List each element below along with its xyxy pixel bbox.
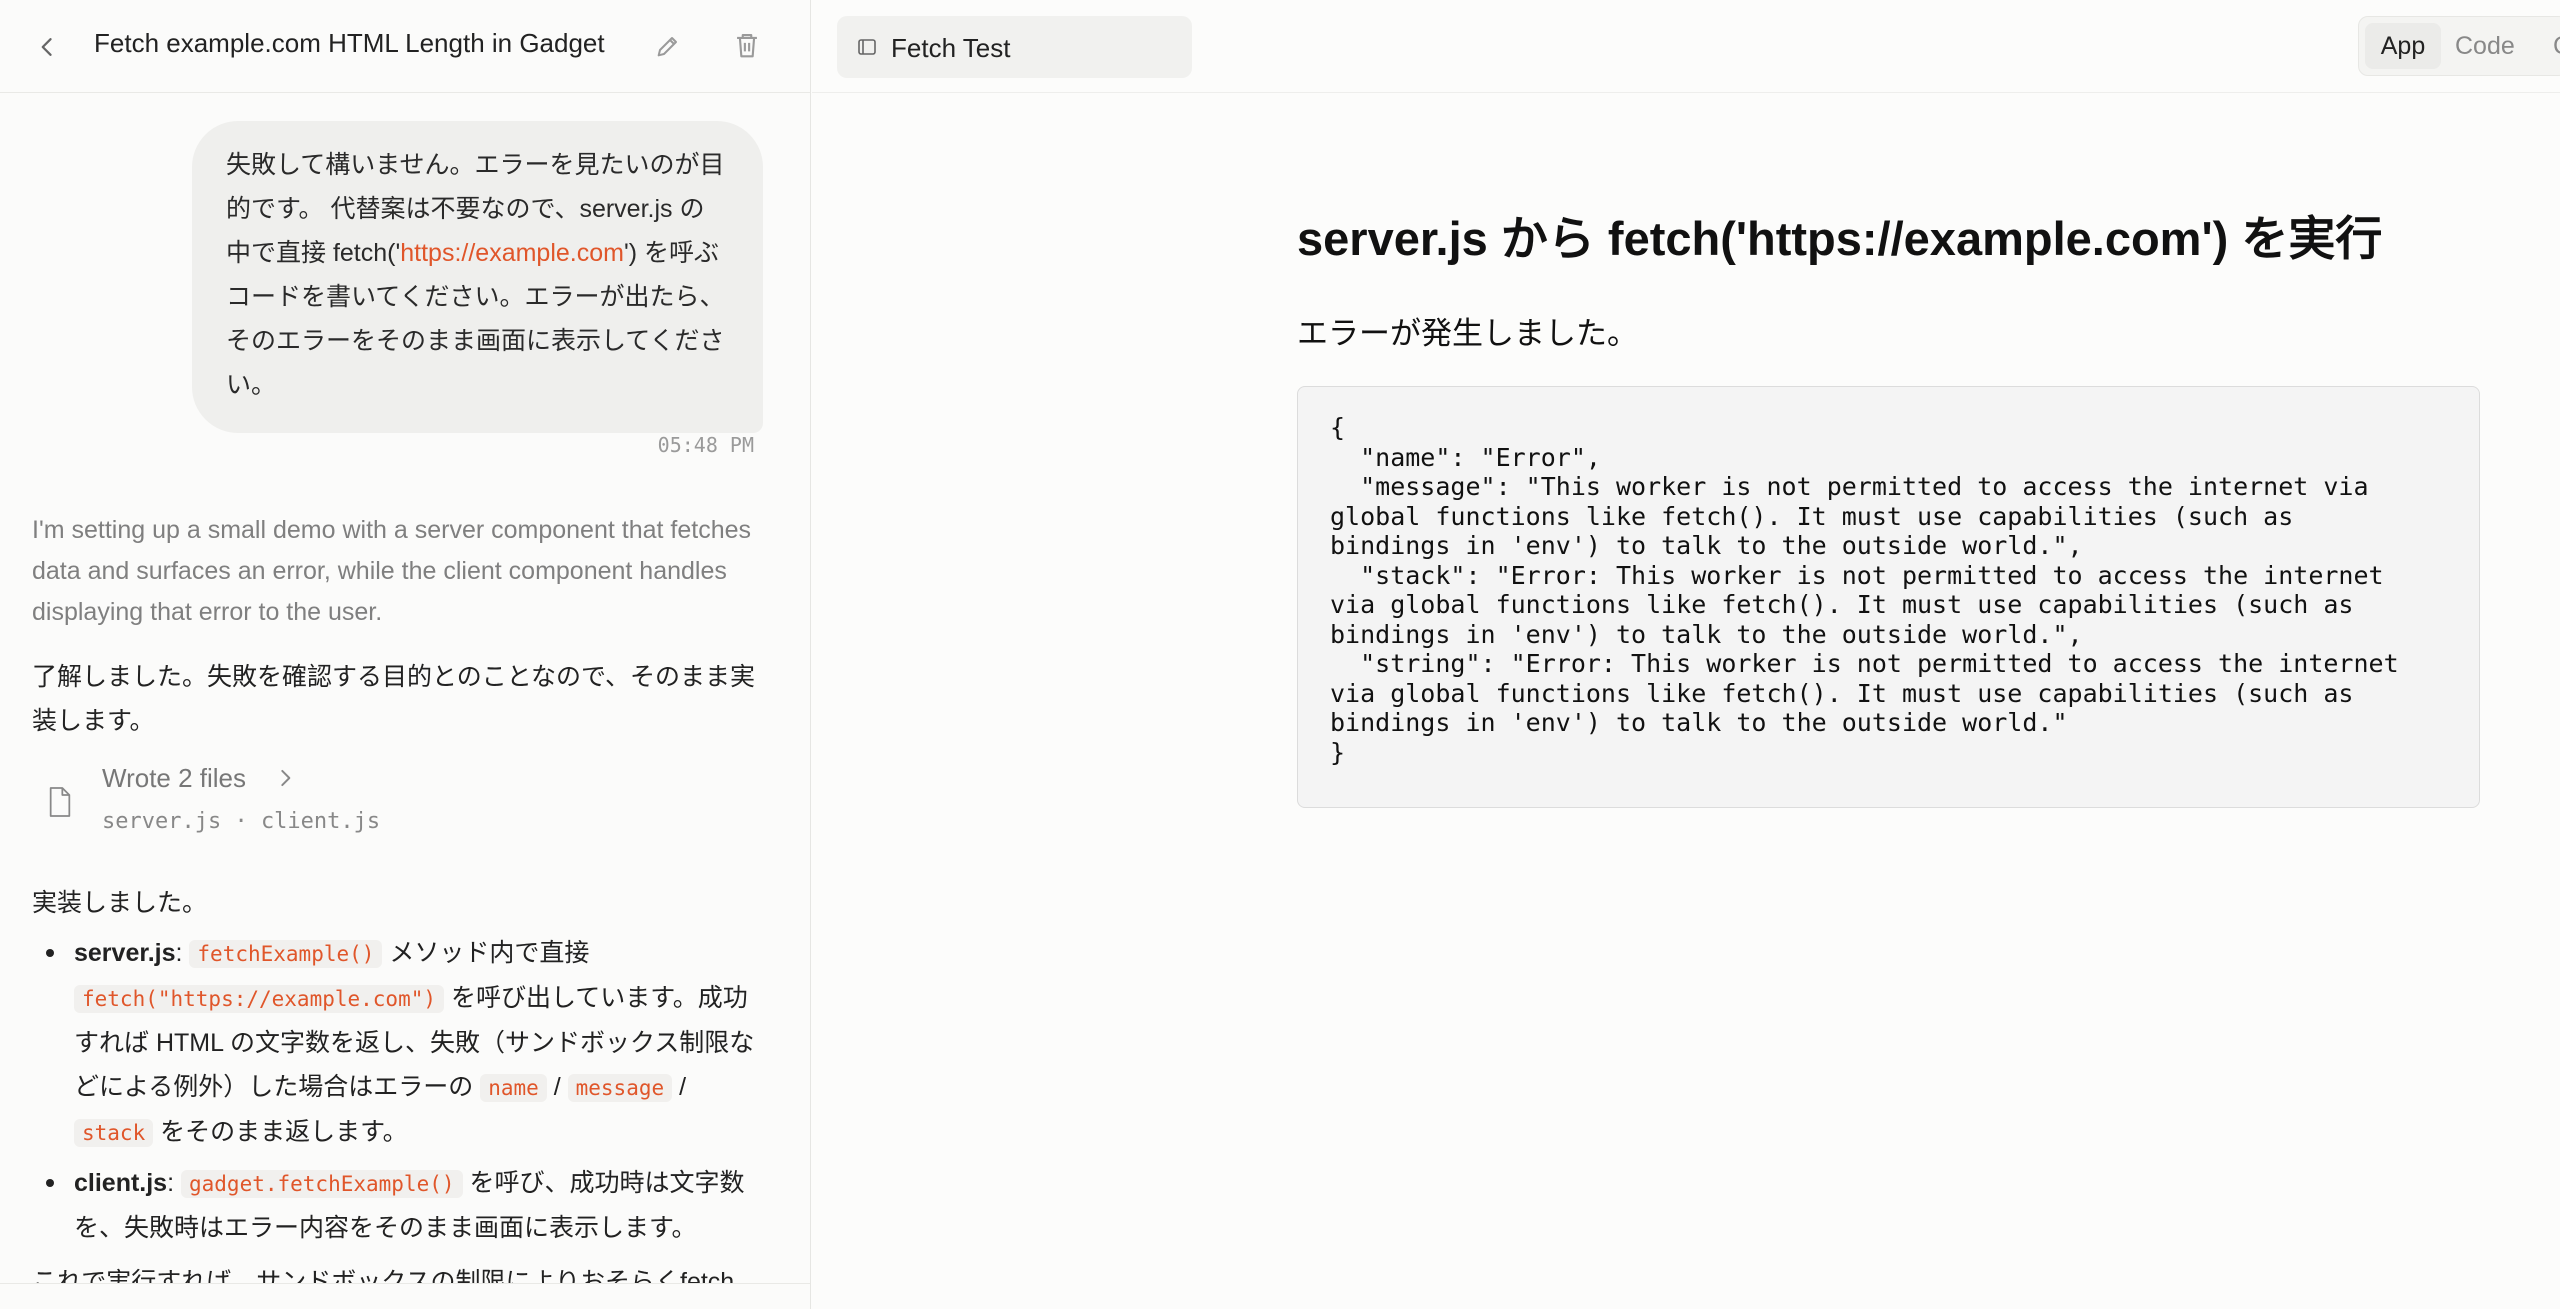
back-button[interactable]	[30, 30, 64, 64]
user-message-link[interactable]: https://example.com	[400, 239, 624, 267]
implementation-list: server.js: fetchExample() メソッド内で直接 fetch…	[32, 931, 772, 1256]
chat-scroll-area[interactable]: 失敗して構いません。エラーを見たいのが目的です。 代替案は不要なので、serve…	[0, 93, 810, 1283]
trash-icon	[737, 34, 757, 58]
rename-button[interactable]	[652, 30, 684, 62]
list-item-colon: :	[175, 939, 190, 967]
inline-code: message	[567, 1074, 673, 1102]
tab-app[interactable]: App	[2365, 23, 2441, 69]
file-icon	[46, 785, 74, 819]
assistant-reply-intro: 了解しました。失敗を確認する目的とのことなので、そのまま実装します。	[32, 663, 756, 735]
tab-code[interactable]: Code	[2455, 23, 2515, 69]
thread-title: Fetch example.com HTML Length in Gadget	[94, 28, 605, 58]
tab-label: Fetch Test	[891, 33, 1011, 63]
list-item-text: メソッド内で直接	[382, 939, 590, 967]
assistant-thinking: I'm setting up a small demo with a serve…	[32, 516, 752, 626]
list-item-colon: :	[167, 1169, 181, 1197]
chevron-right-icon	[272, 765, 298, 791]
inline-code: fetchExample()	[189, 940, 383, 968]
pencil-icon	[657, 37, 677, 57]
list-item-file: server.js	[74, 939, 176, 967]
files-written-label: Wrote 2 files	[102, 763, 247, 793]
list-item-text: をそのまま返します。	[153, 1118, 408, 1146]
assistant-done-text: 実装しました。	[32, 889, 208, 917]
window-icon	[857, 37, 877, 57]
inline-code: name	[480, 1074, 547, 1102]
chevron-left-icon	[41, 38, 52, 56]
inline-code: gadget.fetchExample()	[181, 1170, 463, 1198]
list-item-client: client.js: gadget.fetchExample() を呼び、成功時…	[32, 1161, 772, 1250]
inline-code: fetch("https://example.com")	[74, 985, 445, 1013]
chat-pane: Fetch example.com HTML Length in Gadget …	[0, 0, 811, 1309]
delete-button[interactable]	[730, 28, 764, 62]
app-preview: server.js から fetch('https://example.com'…	[812, 94, 2560, 1309]
files-written-names: server.js · client.js	[102, 809, 381, 834]
tab-more[interactable]: C	[2553, 23, 2560, 69]
user-message-bubble: 失敗して構いません。エラーを見たいのが目的です。 代替案は不要なので、serve…	[192, 121, 763, 433]
list-item-sep: /	[546, 1073, 568, 1101]
view-switcher: App Code C	[2358, 16, 2560, 76]
chat-header: Fetch example.com HTML Length in Gadget	[0, 0, 810, 93]
tab-fetch-test[interactable]: Fetch Test	[837, 16, 1192, 78]
list-item-sep: /	[672, 1073, 687, 1101]
error-json: { "name": "Error", "message": "This work…	[1330, 413, 2399, 767]
list-item-file: client.js	[74, 1169, 168, 1197]
chat-footer	[0, 1283, 810, 1309]
files-written-card[interactable]: Wrote 2 files server.js · client.js	[32, 753, 452, 853]
message-timestamp: 05:48 PM	[657, 433, 754, 457]
error-output-box: { "name": "Error", "message": "This work…	[1297, 386, 2480, 808]
error-status-text: エラーが発生しました。	[1297, 316, 1638, 351]
preview-header: Fetch Test App Code C	[812, 0, 2560, 93]
page-title: server.js から fetch('https://example.com'…	[1297, 212, 2383, 265]
inline-code: stack	[74, 1119, 154, 1147]
list-item-server: server.js: fetchExample() メソッド内で直接 fetch…	[32, 931, 772, 1155]
